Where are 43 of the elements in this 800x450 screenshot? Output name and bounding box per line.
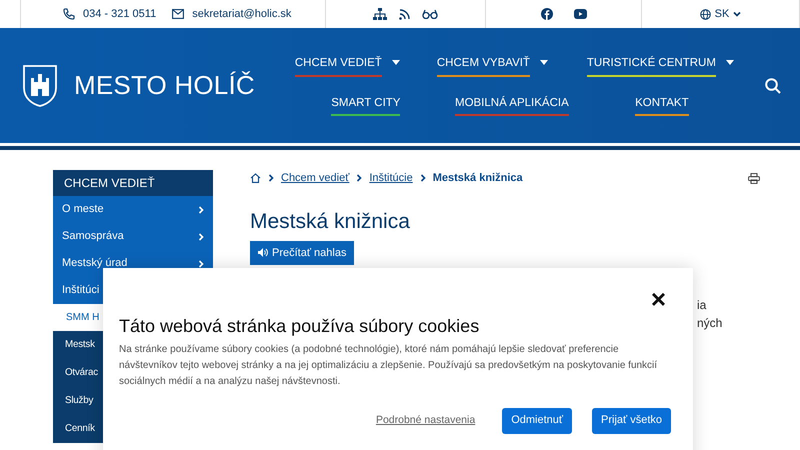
sidebar-heading: CHCEM VEDIEŤ xyxy=(53,170,213,196)
phone-icon xyxy=(63,8,75,20)
nav-link[interactable]: CHCEM VEDIEŤ xyxy=(294,55,382,76)
cookie-text: Na stránke používame súbory cookies (a podobné technológie), ktoré nám pomáhajú lepšie sledovať preferencie návštevníkov tejto webovej stránky a na jej optimalizáciu a zlepšenie. Používajú sa predovšetkým na poskytovanie funkcií sociálnych médií a na analýzu našej návštevnosti. xyxy=(119,342,658,389)
rss-icon[interactable] xyxy=(399,8,410,20)
paragraph-text: ných xyxy=(697,315,724,332)
chevron-icon xyxy=(733,10,742,18)
settings-link[interactable]: Podrobné nastavenia xyxy=(376,412,476,428)
paragraph-text: ia xyxy=(697,297,708,314)
glasses-icon[interactable] xyxy=(422,9,438,19)
email-link[interactable]: sekretariat@holic.sk xyxy=(192,6,292,22)
cookie-title: Táto webová stránka používa súbory cookies xyxy=(119,316,480,338)
nav-link[interactable]: KONTAKT xyxy=(635,94,689,116)
mail-icon xyxy=(172,9,184,19)
chevron-icon xyxy=(267,174,275,182)
sidebar-item[interactable]: O meste xyxy=(53,196,213,223)
coat-of-arms-logo[interactable] xyxy=(22,64,58,108)
breadcrumb-link[interactable]: Chcem vedieť xyxy=(281,170,350,186)
facebook-icon[interactable] xyxy=(540,8,552,20)
cookie-button[interactable]: Prijať všetko xyxy=(592,408,671,434)
youtube-icon[interactable] xyxy=(574,9,586,19)
sitemap-icon[interactable] xyxy=(373,8,387,20)
nav-link[interactable]: MOBILNÁ APLIKÁCIA xyxy=(454,94,569,116)
breadcrumb-link[interactable]: Inštitúcie xyxy=(369,170,413,186)
page-title: Mestská knižnica xyxy=(250,208,411,234)
search-icon[interactable] xyxy=(765,78,781,94)
breadcrumb-current: Mestská knižnica xyxy=(432,171,523,186)
chevron-icon xyxy=(355,174,364,182)
chevron-icon xyxy=(418,174,427,182)
phone-number[interactable]: 034 - 321 0511 xyxy=(83,6,156,22)
close-button[interactable]: × xyxy=(650,286,666,312)
print-icon[interactable] xyxy=(748,172,760,184)
sidebar-item[interactable]: Samospráva xyxy=(53,223,213,250)
nav-link[interactable]: SMART CITY xyxy=(331,94,400,116)
read-aloud-button[interactable]: Prečítať nahlas xyxy=(250,240,354,266)
language-selector[interactable]: SK xyxy=(714,6,742,22)
site-title[interactable]: MESTO HOLÍČ xyxy=(74,66,255,105)
nav-link[interactable]: CHCEM VYBAVIŤ xyxy=(436,55,530,76)
speaker-icon xyxy=(258,248,268,258)
globe-icon xyxy=(700,8,711,20)
cookie-button[interactable]: Odmietnuť xyxy=(502,408,572,434)
nav-link[interactable]: TURISTICKÉ CENTRUM xyxy=(586,55,716,76)
home-icon[interactable] xyxy=(250,173,261,184)
